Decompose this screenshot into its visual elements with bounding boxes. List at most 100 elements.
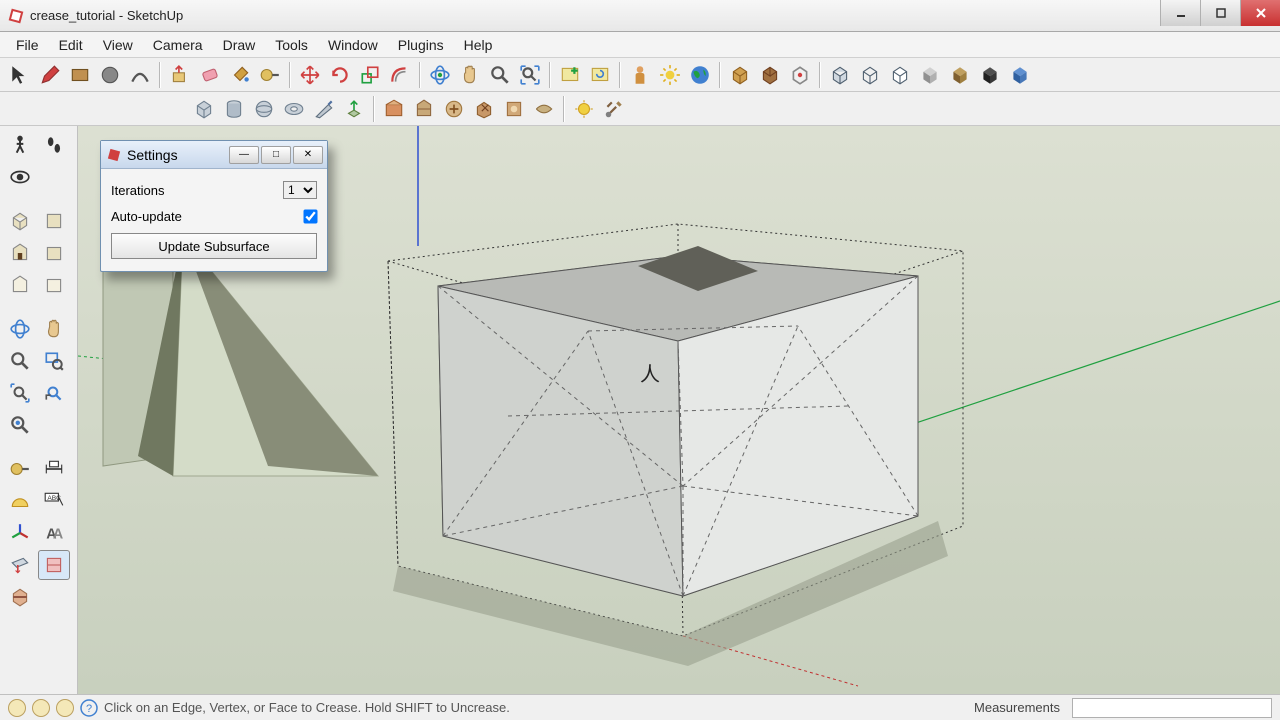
plugin-tool-a-icon[interactable] xyxy=(380,95,408,123)
dialog-minimize-button[interactable]: — xyxy=(229,146,259,164)
pan-hand-side-icon[interactable] xyxy=(38,314,70,344)
section-display-icon[interactable] xyxy=(38,550,70,580)
orbit-icon[interactable] xyxy=(426,61,454,89)
torus-primitive-icon[interactable] xyxy=(280,95,308,123)
tape-side-icon[interactable] xyxy=(4,454,36,484)
minimize-button[interactable] xyxy=(1160,0,1200,26)
zoom-side-icon[interactable] xyxy=(4,346,36,376)
svg-text:?: ? xyxy=(86,703,92,715)
right-view-icon[interactable] xyxy=(38,238,70,268)
menu-draw[interactable]: Draw xyxy=(213,35,266,55)
settings-dialog: Settings — □ ✕ Iterations 1 Auto-update … xyxy=(100,140,328,272)
monochrome-style-icon[interactable] xyxy=(976,61,1004,89)
tape-measure-icon[interactable] xyxy=(256,61,284,89)
group-icon[interactable] xyxy=(756,61,784,89)
zoom-selection-icon[interactable] xyxy=(4,410,36,440)
zoom-previous-icon[interactable] xyxy=(38,378,70,408)
dialog-maximize-button[interactable]: □ xyxy=(261,146,291,164)
zoom-extents-icon[interactable] xyxy=(516,61,544,89)
top-view-icon[interactable] xyxy=(38,206,70,236)
menu-tools[interactable]: Tools xyxy=(265,35,318,55)
section-plane-icon[interactable] xyxy=(4,550,36,580)
xray-style-icon[interactable] xyxy=(826,61,854,89)
shaded-textures-style-icon[interactable] xyxy=(946,61,974,89)
plugin-tool-f-icon[interactable] xyxy=(530,95,558,123)
refresh-view-icon[interactable] xyxy=(586,61,614,89)
select-tool-icon[interactable] xyxy=(6,61,34,89)
walk-tool-icon[interactable] xyxy=(4,130,36,160)
shaded-style-icon[interactable] xyxy=(916,61,944,89)
look-around-icon[interactable] xyxy=(4,162,36,192)
zoom-window-icon[interactable] xyxy=(38,346,70,376)
footsteps-icon[interactable] xyxy=(38,130,70,160)
pencil-icon[interactable] xyxy=(36,61,64,89)
back-view-icon[interactable] xyxy=(4,270,36,300)
wireframe-style-icon[interactable] xyxy=(856,61,884,89)
menu-view[interactable]: View xyxy=(93,35,143,55)
dimension-icon[interactable] xyxy=(38,454,70,484)
explode-icon[interactable] xyxy=(786,61,814,89)
menu-edit[interactable]: Edit xyxy=(49,35,93,55)
dialog-close-button[interactable]: ✕ xyxy=(293,146,323,164)
plugin-tool-c-icon[interactable] xyxy=(440,95,468,123)
person-icon[interactable] xyxy=(626,61,654,89)
menu-plugins[interactable]: Plugins xyxy=(388,35,454,55)
zoom-extents-side-icon[interactable] xyxy=(4,378,36,408)
circle-icon[interactable] xyxy=(96,61,124,89)
knife-tool-icon[interactable] xyxy=(310,95,338,123)
settings-dialog-titlebar[interactable]: Settings — □ ✕ xyxy=(101,141,327,169)
extrude-tool-icon[interactable] xyxy=(340,95,368,123)
plugin-tool-b-icon[interactable] xyxy=(410,95,438,123)
status-indicator-1-icon[interactable] xyxy=(8,699,26,717)
left-view-icon[interactable] xyxy=(38,270,70,300)
earth-icon[interactable] xyxy=(686,61,714,89)
text-label-icon[interactable]: ABC xyxy=(38,486,70,516)
add-view-icon[interactable] xyxy=(556,61,584,89)
arc-icon[interactable] xyxy=(126,61,154,89)
settings-dialog-icon xyxy=(107,148,121,162)
sun-icon[interactable] xyxy=(656,61,684,89)
tools-config-icon[interactable] xyxy=(600,95,628,123)
update-subsurface-button[interactable]: Update Subsurface xyxy=(111,233,317,259)
protractor-icon[interactable] xyxy=(4,486,36,516)
axes-icon[interactable] xyxy=(4,518,36,548)
move-icon[interactable] xyxy=(296,61,324,89)
scale-icon[interactable] xyxy=(356,61,384,89)
zoom-icon[interactable] xyxy=(486,61,514,89)
menu-window[interactable]: Window xyxy=(318,35,388,55)
plugin-tool-e-icon[interactable] xyxy=(500,95,528,123)
sun-control-icon[interactable] xyxy=(570,95,598,123)
measurements-input[interactable] xyxy=(1072,698,1272,718)
sphere-primitive-icon[interactable] xyxy=(250,95,278,123)
close-button[interactable] xyxy=(1240,0,1280,26)
maximize-button[interactable] xyxy=(1200,0,1240,26)
3d-viewport[interactable]: 人 Settings — □ ✕ Iterations 1 xyxy=(78,126,1280,694)
color-by-layer-icon[interactable] xyxy=(1006,61,1034,89)
window-controls xyxy=(1160,0,1280,31)
pan-icon[interactable] xyxy=(456,61,484,89)
paint-bucket-icon[interactable] xyxy=(226,61,254,89)
cylinder-primitive-icon[interactable] xyxy=(220,95,248,123)
orbit-side-icon[interactable] xyxy=(4,314,36,344)
offset-icon[interactable] xyxy=(386,61,414,89)
menu-help[interactable]: Help xyxy=(454,35,503,55)
iterations-select[interactable]: 1 xyxy=(283,181,317,199)
hidden-line-style-icon[interactable] xyxy=(886,61,914,89)
menu-file[interactable]: File xyxy=(6,35,49,55)
rectangle-icon[interactable] xyxy=(66,61,94,89)
eraser-icon[interactable] xyxy=(196,61,224,89)
component-icon[interactable] xyxy=(726,61,754,89)
front-view-icon[interactable] xyxy=(4,238,36,268)
box-primitive-icon[interactable] xyxy=(190,95,218,123)
help-icon[interactable]: ? xyxy=(80,699,98,717)
menu-camera[interactable]: Camera xyxy=(143,35,213,55)
rotate-icon[interactable] xyxy=(326,61,354,89)
status-indicator-2-icon[interactable] xyxy=(32,699,50,717)
iso-view-icon[interactable] xyxy=(4,206,36,236)
plugin-tool-d-icon[interactable] xyxy=(470,95,498,123)
status-indicator-3-icon[interactable] xyxy=(56,699,74,717)
section-fill-icon[interactable] xyxy=(4,582,36,612)
autoupdate-checkbox[interactable] xyxy=(303,209,317,223)
push-pull-icon[interactable] xyxy=(166,61,194,89)
3d-text-icon[interactable]: AA xyxy=(38,518,70,548)
